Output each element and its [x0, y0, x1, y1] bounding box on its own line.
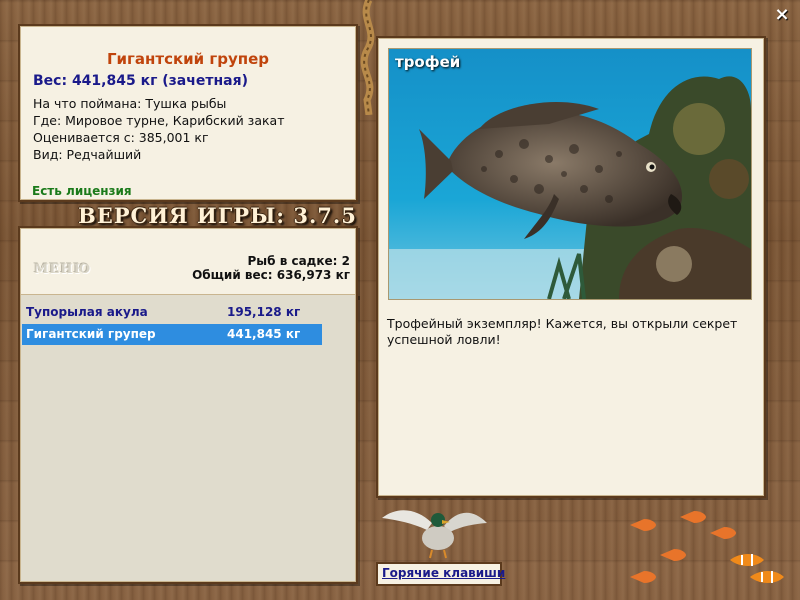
fish-location: Где: Мировое турне, Карибский закат: [33, 113, 285, 128]
hotkeys-button[interactable]: Горячие клавиши: [376, 562, 505, 586]
list-item-weight: 195,128 кг: [227, 305, 301, 319]
trophy-panel: трофей Трофейный экземпляр! Кажется, вы …: [376, 36, 766, 498]
fish-bait: На что поймана: Тушка рыбы: [33, 96, 227, 111]
list-item[interactable]: Тупорылая акула 195,128 кг: [22, 302, 322, 323]
cage-fish-count: Рыб в садке: 2: [247, 254, 351, 268]
menu-button[interactable]: МЕНЮ: [34, 262, 91, 277]
fish-weight: Вес: 441,845 кг (зачетная): [33, 73, 248, 89]
hotkeys-label[interactable]: Горячие клавиши: [382, 566, 505, 580]
fish-photo: трофей: [388, 48, 752, 300]
grouper-image: [389, 49, 751, 299]
list-item-name: Гигантский групер: [26, 327, 156, 341]
game-version: ВЕРСИЯ ИГРЫ: 3.7.5: [78, 203, 357, 228]
close-icon[interactable]: ×: [773, 6, 791, 24]
trophy-label: трофей: [395, 53, 461, 71]
list-item-name: Тупорылая акула: [26, 305, 148, 319]
trophy-caption: Трофейный экземпляр! Кажется, вы открыли…: [387, 316, 738, 347]
fish-value: Оценивается с: 385,001 кг: [33, 130, 209, 145]
list-item-weight: 441,845 кг: [227, 327, 301, 341]
fish-title: Гигантский групер: [106, 50, 270, 68]
cage-summary-panel: МЕНЮ Рыб в садке: 2 Общий вес: 636,973 к…: [18, 226, 358, 298]
cage-total-weight: Общий вес: 636,973 кг: [192, 268, 350, 282]
fish-decoration: [630, 511, 784, 583]
catch-info-panel: Гигантский групер Вес: 441,845 кг (зачет…: [18, 24, 358, 202]
duck-decoration: [382, 510, 487, 559]
fish-rarity: Вид: Редчайший: [33, 147, 142, 162]
list-item-selected[interactable]: Гигантский групер 441,845 кг: [22, 324, 322, 345]
license-status: Есть лицензия: [32, 184, 132, 198]
fish-list: Тупорылая акула 195,128 кг Гигантский гр…: [18, 294, 358, 584]
